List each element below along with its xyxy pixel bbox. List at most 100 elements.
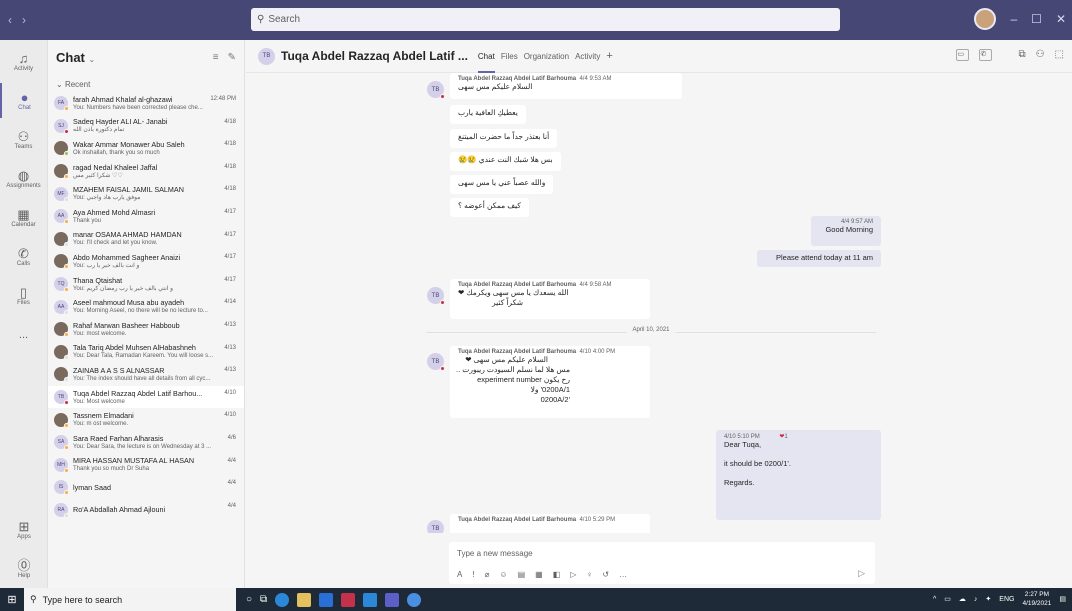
more-icon[interactable]: … [619,570,627,579]
people-icon[interactable]: ⚇ [1036,49,1045,61]
chat-list-item[interactable]: ZAINAB A A S S ALNASSAR You: The index sh… [48,363,244,386]
forward-arrow-icon[interactable]: › [22,13,26,27]
task-view-icon[interactable]: ⧉ [260,594,267,605]
volume-icon[interactable]: ♪ [974,596,978,603]
store-icon[interactable] [319,592,334,607]
chat-list-item[interactable]: MF MZAHEM FAISAL JAMIL SALMAN You: موفق يا… [48,182,244,205]
rail-item-calendar[interactable]: ▦ Calendar [0,200,47,235]
chat-list-item[interactable]: RA Ro'A Abdallah Ahmad Ajlouni 4/4 [48,499,244,522]
maximize-icon[interactable]: ☐ [1031,12,1042,26]
message-bubble[interactable]: يعطيكِ العافية يارب [450,105,526,124]
minimize-icon[interactable]: – [1010,12,1017,26]
chat-list-item[interactable]: ragad Nedal Khaleel Jaffal شكراً كثير مس … [48,160,244,183]
chat-list-item[interactable]: AA Aseel mahmoud Musa abu ayadeh You: Morn… [48,295,244,318]
mail-icon[interactable] [363,592,378,607]
my-message-bubble[interactable]: Please attend today at 11 am [757,250,881,267]
screen-share-icon[interactable]: ⧉ [1018,49,1025,61]
tab-organization[interactable]: Organization [524,40,569,73]
my-message-bubble[interactable]: 4/10 5:10 PM ❤1 Dear Tuqa, it should be … [716,430,881,520]
new-chat-icon[interactable]: ✎ [228,52,236,63]
compose-input[interactable]: Type a new message [449,542,875,565]
chevron-down-icon[interactable]: ⌄ [89,55,96,64]
file-icon: ▯ [19,284,28,300]
cortana-icon[interactable]: ○ [246,594,252,605]
chat-list-item[interactable]: TQ Thana Qtaishat You: و انتي بالف خير يا … [48,273,244,296]
chat-list-item[interactable]: IS lyman Saad 4/4 [48,476,244,499]
chat-list-actions: ≡ ✎ [213,52,236,63]
office-icon[interactable] [341,592,356,607]
message-bubble[interactable]: Tuqa Abdel Razzaq Abdel Latif Barhouma 4… [450,73,682,99]
emoji-icon[interactable]: ☺ [499,570,507,579]
gif-icon[interactable]: ▤ [518,570,526,579]
rail-item-apps[interactable]: ⊞ Apps [0,512,48,547]
network-icon[interactable]: ▭ [944,595,951,603]
format-icon[interactable]: A [457,570,462,579]
clock[interactable]: 2:27 PM 4/19/2021 [1022,590,1051,608]
rail-item-chat[interactable]: ● Chat [0,83,47,118]
loop-icon[interactable]: ↺ [602,570,609,579]
message-bubble[interactable]: أنا بعتذر جداً ما حضرت الميتنغ [450,129,558,148]
chat-list-item[interactable]: Tala Tariq Abdel Muhsen AlHabashneh You: … [48,341,244,364]
my-message-bubble[interactable]: 4/4 9:57 AM Good Morning [811,216,881,246]
sticker-icon[interactable]: ▦ [535,570,543,579]
chat-title[interactable]: Tuqa Abdel Razzaq Abdel Latif ... [281,49,468,63]
compose-box[interactable]: Type a new message A ! ⌀ ☺ ▤ ▦ ◧ ▷ ♀ ↺ …… [449,542,875,584]
message-bubble[interactable]: والله عصباً عني يا مس سهى [450,175,554,194]
edge-icon[interactable] [275,592,290,607]
chat-list-text: ragad Nedal Khaleel Jaffal شكراً كثير مس … [73,163,220,180]
chat-list-item[interactable]: Abdo Mohammed Sagheer Anaizi You: و انت ب… [48,250,244,273]
chrome-icon[interactable] [407,592,422,607]
send-icon[interactable]: ▷ [858,568,865,579]
taskbar-search[interactable]: ⚲ Type here to search [24,588,236,611]
message-bubble[interactable]: Tuqa Abdel Razzaq Abdel Latif Barhouma 4… [450,514,650,533]
add-tab-icon[interactable]: + [606,40,612,73]
rail-item-teams[interactable]: ⚇ Teams [0,122,47,157]
cloud-icon[interactable]: ☁ [959,595,966,603]
language-indicator[interactable]: ENG [999,596,1014,603]
message-bubble[interactable]: بس هلا شبك النت عندي 😢😢 [450,152,561,171]
search-input[interactable]: ⚲ Search [251,8,840,31]
windows-start-icon[interactable]: ⊞ [0,593,24,606]
tab-chat[interactable]: Chat [477,40,495,73]
chat-list-item[interactable]: manar OSAMA AHMAD HAMDAN You: I'll check … [48,228,244,251]
chevron-up-icon[interactable]: ^ [933,596,936,603]
meet-now-icon[interactable]: ◧ [553,570,561,579]
chat-list-item[interactable]: MH MIRA HASSAN MUSTAFA AL HASAN Thank you … [48,454,244,477]
chat-list-item[interactable]: Wakar Ammar Monawer Abu Saleh Ok inshalla… [48,137,244,160]
message-bubble[interactable]: Tuqa Abdel Razzaq Abdel Latif Barhouma 4… [450,346,650,418]
more-apps-icon[interactable]: ... [0,317,47,352]
chat-list-item[interactable]: SJ Sadeq Hayder ALI AL- Janabi تمام دكتورة… [48,115,244,138]
praise-icon[interactable]: ♀ [586,570,592,579]
tab-files[interactable]: Files [501,40,518,73]
chat-list-item[interactable]: Rahaf Marwan Basheer Habboub You: most we… [48,318,244,341]
rail-item-calls[interactable]: ✆ Calls [0,239,47,274]
message-bubble[interactable]: Tuqa Abdel Razzaq Abdel Latif Barhouma 4… [450,279,650,319]
close-icon[interactable]: ✕ [1056,12,1066,26]
rail-item-activity[interactable]: ♫ Activity [0,44,47,79]
back-arrow-icon[interactable]: ‹ [8,13,12,27]
teams-tray-icon[interactable]: ✦ [985,595,991,603]
audio-call-icon[interactable]: ✆ [979,49,993,61]
chat-list-title[interactable]: Chat ⌄ [56,50,95,65]
chat-list-item[interactable]: TB Tuqa Abdel Razzaq Abdel Latif Barhou..… [48,385,244,409]
rail-item-files[interactable]: ▯ Files [0,278,47,313]
avatar[interactable] [974,8,997,30]
recent-section-label[interactable]: ⌄ Recent [48,74,244,92]
attach-icon[interactable]: ⌀ [485,570,490,579]
teams-taskbar-icon[interactable] [385,592,400,607]
chat-list-item[interactable]: FA farah Ahmad Khalaf al-ghazawi You: Numb… [48,92,244,115]
rail-item-assignments[interactable]: ◍ Assignments [0,161,47,196]
stream-icon[interactable]: ▷ [570,570,576,579]
rail-item-help[interactable]: ⓪ Help [0,551,48,586]
notifications-icon[interactable]: ▤ [1059,595,1066,603]
filter-icon[interactable]: ≡ [213,52,219,63]
popout-icon[interactable]: ⬚ [1055,49,1064,61]
important-icon[interactable]: ! [472,570,474,579]
message-bubble[interactable]: كيف ممكن أعوضه ؟ [450,198,529,217]
tab-activity[interactable]: Activity [575,40,600,73]
video-call-icon[interactable]: ▭ [956,49,970,61]
file-explorer-icon[interactable] [297,592,312,607]
chat-list-item[interactable]: SA Sara Raed Farhan Alharasis You: Dear Sa… [48,431,244,454]
chat-list-item[interactable]: Tassnem Elmadani You: m ost welcome. 4/10 [48,408,244,431]
chat-list-item[interactable]: AA Aya Ahmed Mohd Almasri Thank you 4/17 [48,205,244,228]
